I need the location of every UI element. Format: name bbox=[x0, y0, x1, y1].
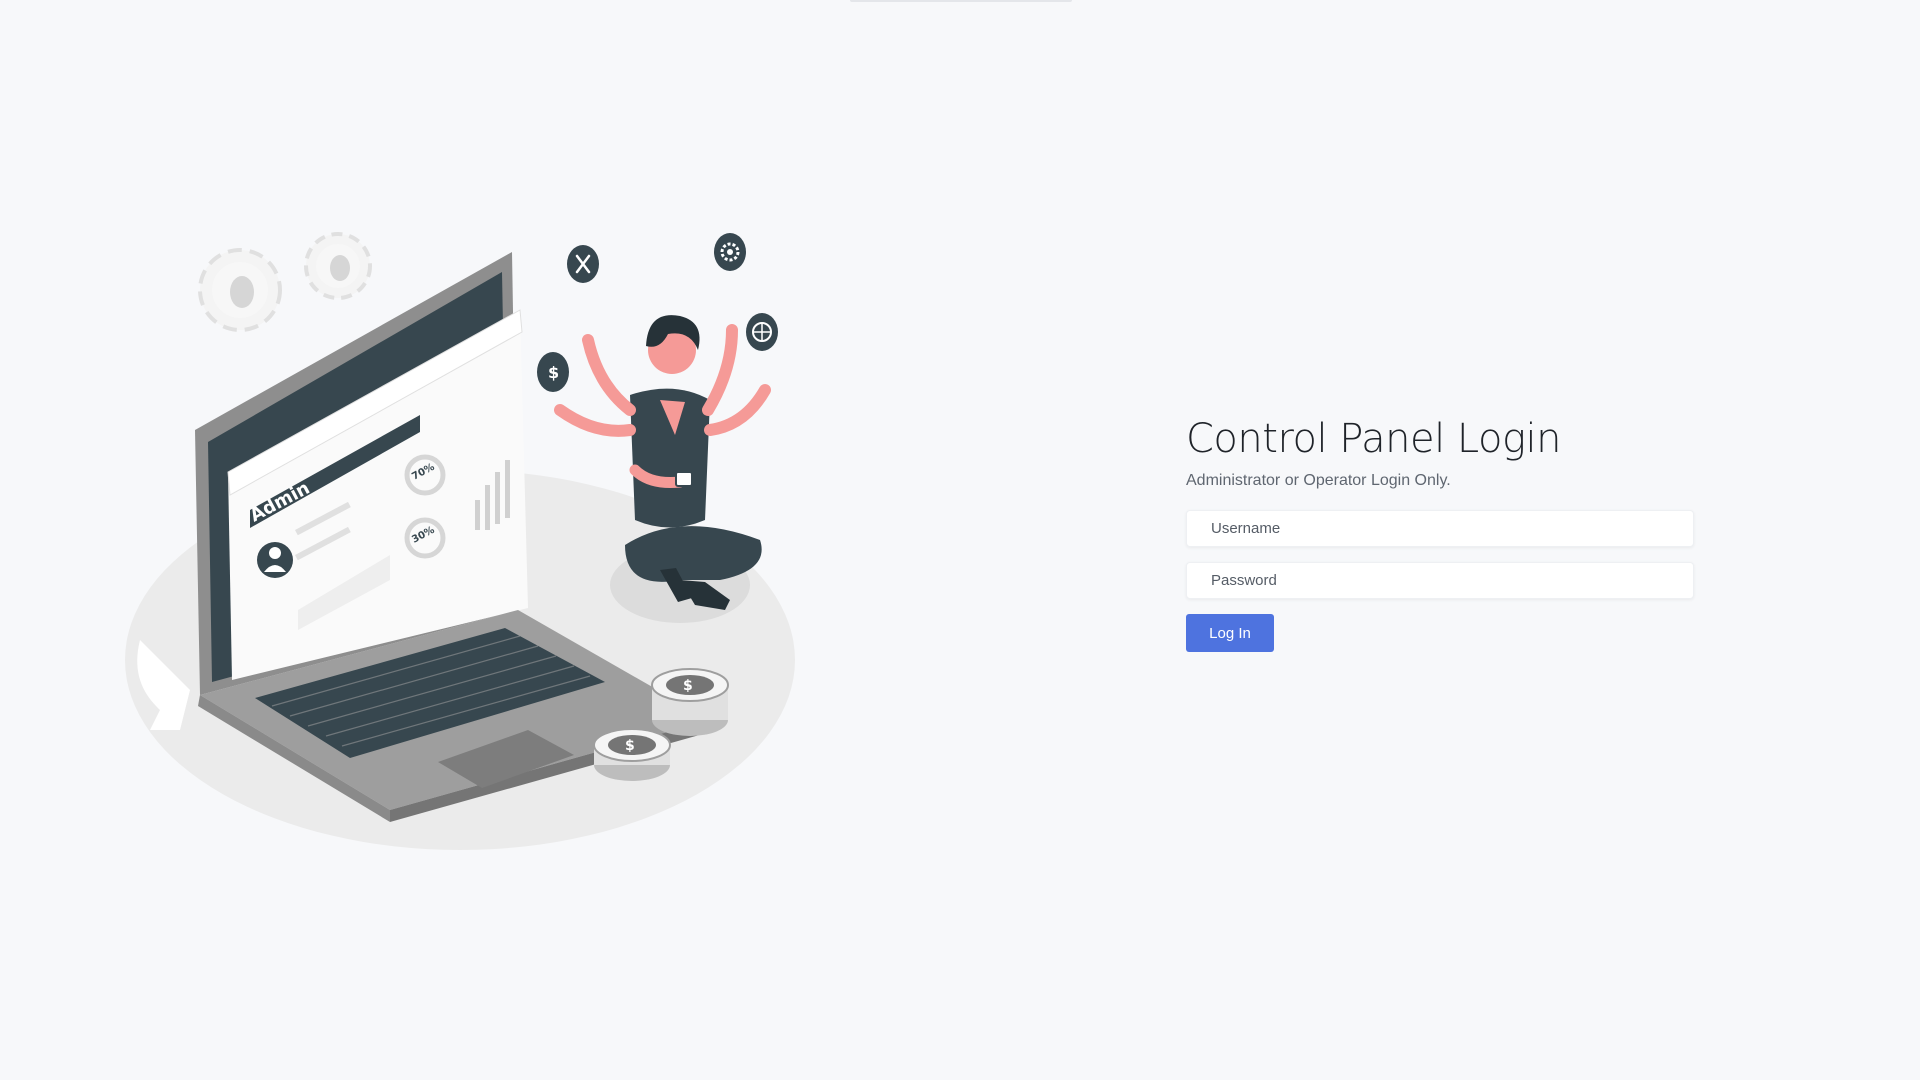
admin-illustration: Admin 70% 30% $ $ $ bbox=[125, 232, 795, 850]
login-page: Admin 70% 30% $ $ $ Control Panel Login … bbox=[0, 0, 1920, 1080]
username-input[interactable] bbox=[1186, 510, 1694, 547]
tools-icon bbox=[567, 245, 599, 283]
login-subtitle: Administrator or Operator Login Only. bbox=[1186, 472, 1451, 489]
globe-icon bbox=[746, 313, 778, 351]
gear-icon bbox=[198, 248, 282, 332]
top-edge-tab bbox=[850, 0, 1072, 2]
gear-small-icon bbox=[304, 232, 372, 300]
dollar-badge-icon: $ bbox=[537, 352, 569, 392]
login-form: Control Panel Login Administrator or Ope… bbox=[1186, 412, 1694, 652]
password-input[interactable] bbox=[1186, 562, 1694, 599]
coin-dollar-label: $ bbox=[683, 678, 693, 694]
settings-icon bbox=[714, 233, 746, 271]
login-button[interactable]: Log In bbox=[1186, 614, 1274, 652]
badge-dollar-label: $ bbox=[548, 363, 559, 382]
page-title: Control Panel Login bbox=[1186, 416, 1561, 462]
coin-dollar-label: $ bbox=[625, 738, 635, 754]
